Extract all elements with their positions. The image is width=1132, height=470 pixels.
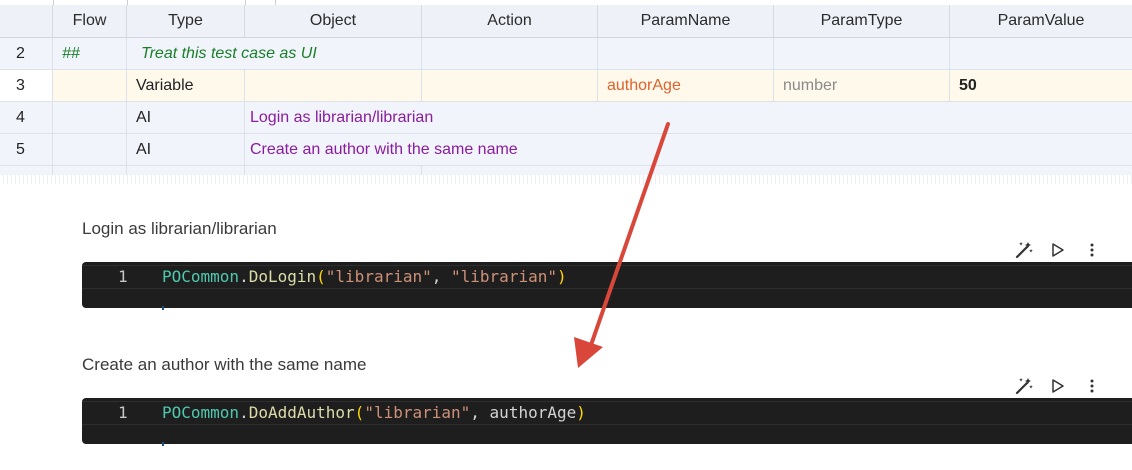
grid-row[interactable]: 4 AI Login as librarian/librarian: [0, 102, 1132, 134]
code-token-comma: ,: [431, 267, 452, 286]
code-token-class: POCommon: [162, 403, 240, 422]
row-number: 4: [0, 102, 53, 133]
line-number: 1: [118, 267, 128, 286]
action-cell[interactable]: [422, 38, 598, 69]
ai-prompt-cell[interactable]: Login as librarian/librarian: [245, 102, 1132, 133]
column-header-flow[interactable]: Flow: [53, 5, 127, 37]
code-token-paren: ): [576, 403, 586, 422]
action-cell[interactable]: [422, 70, 598, 101]
param-value-cell[interactable]: 50: [950, 70, 1132, 101]
scroll-caret: [162, 306, 164, 310]
param-value-cell[interactable]: [950, 38, 1132, 69]
column-header-type[interactable]: Type: [127, 5, 245, 37]
ai-step-label: Create an author with the same name: [82, 355, 367, 374]
code-token-string: "librarian": [325, 267, 432, 286]
scroll-caret: [162, 442, 164, 446]
more-icon[interactable]: [1082, 240, 1102, 260]
type-cell[interactable]: Variable: [127, 70, 245, 101]
ai-prompt-cell[interactable]: Create an author with the same name: [245, 134, 1132, 165]
param-name-cell[interactable]: [598, 38, 774, 69]
column-header-paramtype[interactable]: ParamType: [774, 5, 950, 37]
play-icon[interactable]: [1048, 240, 1068, 260]
param-type-cell[interactable]: number: [774, 70, 950, 101]
code-token-class: POCommon: [162, 267, 240, 286]
column-header-action[interactable]: Action: [422, 5, 598, 37]
column-header-object[interactable]: Object: [245, 5, 422, 37]
grid-header: Flow Type Object Action ParamName ParamT…: [0, 5, 1132, 38]
code-token-variable: authorAge: [489, 403, 577, 422]
play-icon[interactable]: [1048, 376, 1068, 396]
code-token-comma: ,: [470, 403, 490, 422]
grid-scroll-edge: [0, 175, 1132, 184]
code-token-string: "librarian": [451, 267, 557, 286]
line-number: 1: [118, 403, 128, 422]
grid-row[interactable]: 5 AI Create an author with the same name: [0, 134, 1132, 166]
code-token-string: "librarian": [364, 403, 471, 422]
magic-wand-icon[interactable]: [1014, 240, 1034, 260]
code-token-dot: .: [239, 267, 249, 286]
code-token-paren: (: [316, 267, 326, 286]
block-toolbar: [1014, 240, 1102, 260]
code-token-method: DoAddAuthor: [248, 403, 355, 422]
column-header-paramname[interactable]: ParamName: [598, 5, 774, 37]
row-number-header: [0, 5, 53, 37]
code-editor[interactable]: 1 POCommon.DoAddAuthor("librarian", auth…: [82, 398, 1132, 446]
flow-cell[interactable]: ##: [53, 38, 127, 69]
code-token-paren: (: [354, 403, 365, 422]
grid-row[interactable]: 2 ## Treat this test case as UI: [0, 38, 1132, 70]
code-line[interactable]: POCommon.DoLogin("librarian", "librarian…: [162, 265, 567, 289]
code-token-method: DoLogin: [248, 267, 317, 286]
code-token-paren: ): [556, 267, 567, 286]
row-number: 3: [0, 70, 53, 101]
object-cell[interactable]: [245, 70, 422, 101]
row-number: 2: [0, 38, 53, 69]
flow-cell[interactable]: [53, 70, 127, 101]
arrow-head: [574, 337, 603, 368]
row-number: 5: [0, 134, 53, 165]
comment-cell[interactable]: Treat this test case as UI: [127, 38, 422, 69]
more-icon[interactable]: [1082, 376, 1102, 396]
type-cell[interactable]: AI: [127, 134, 245, 165]
flow-cell[interactable]: [53, 102, 127, 133]
flow-cell[interactable]: [53, 134, 127, 165]
param-type-cell[interactable]: [774, 38, 950, 69]
param-name-cell[interactable]: authorAge: [598, 70, 774, 101]
test-case-grid: Flow Type Object Action ParamName ParamT…: [0, 0, 1132, 176]
magic-wand-icon[interactable]: [1014, 376, 1034, 396]
grid-row[interactable]: 3 Variable authorAge number 50: [0, 70, 1132, 102]
code-editor[interactable]: 1 POCommon.DoLogin("librarian", "librari…: [82, 262, 1132, 310]
type-cell[interactable]: AI: [127, 102, 245, 133]
ai-step-label: Login as librarian/librarian: [82, 219, 277, 238]
code-line[interactable]: POCommon.DoAddAuthor("librarian", author…: [162, 401, 586, 425]
column-header-paramvalue[interactable]: ParamValue: [950, 5, 1132, 37]
block-toolbar: [1014, 376, 1102, 396]
code-token-dot: .: [239, 403, 249, 422]
